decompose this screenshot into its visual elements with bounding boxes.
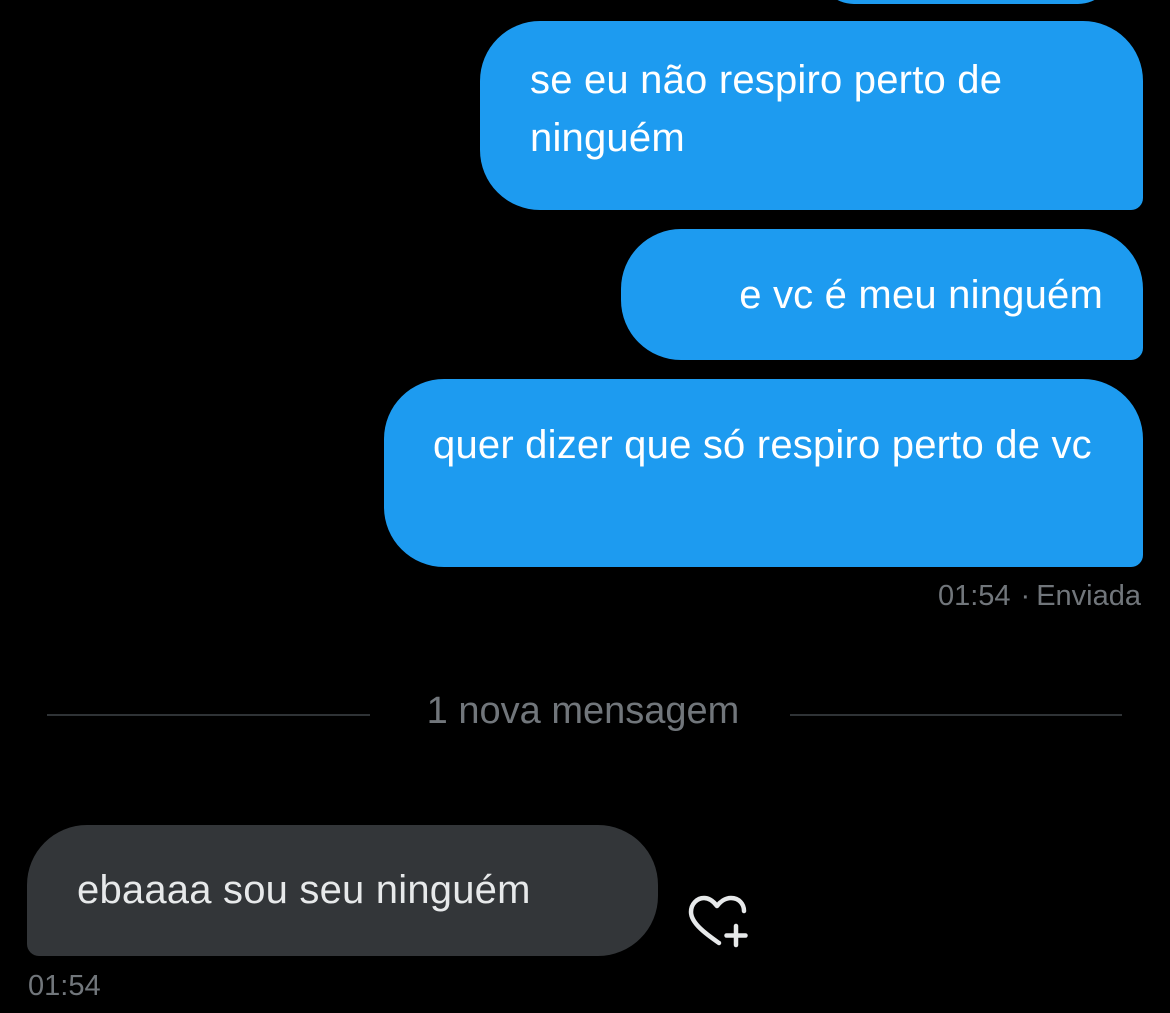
delivery-status: Enviada <box>1036 580 1141 612</box>
message-time: 01:54 <box>937 580 1011 612</box>
message-text: quer dizer que só respiro perto de vc <box>433 423 1092 467</box>
sent-message-bubble[interactable]: se eu não respiro perto de ninguém <box>480 21 1143 210</box>
sent-message-bubble[interactable]: e vc é meu ninguém <box>621 229 1143 360</box>
meta-separator: · <box>1020 580 1031 612</box>
received-message-time: 01:54 <box>28 970 101 1002</box>
divider-line-left <box>47 714 370 716</box>
add-reaction-button[interactable] <box>682 893 752 951</box>
divider-line-right <box>790 714 1122 716</box>
sent-message-bubble[interactable]: quer dizer que só respiro perto de vc <box>384 379 1143 567</box>
message-text: se eu não respiro perto de ninguém <box>530 58 1003 160</box>
new-messages-divider-label: 1 nova mensagem <box>426 690 740 732</box>
sent-message-meta: 01:54 · Enviada <box>938 580 1141 613</box>
received-message-bubble[interactable]: ebaaaa sou seu ninguém <box>27 825 658 956</box>
message-text: ebaaaa sou seu ninguém <box>77 868 531 912</box>
message-text: e vc é meu ninguém <box>739 273 1103 317</box>
heart-plus-icon <box>688 895 748 948</box>
previous-sent-message-bubble[interactable] <box>818 0 1114 4</box>
